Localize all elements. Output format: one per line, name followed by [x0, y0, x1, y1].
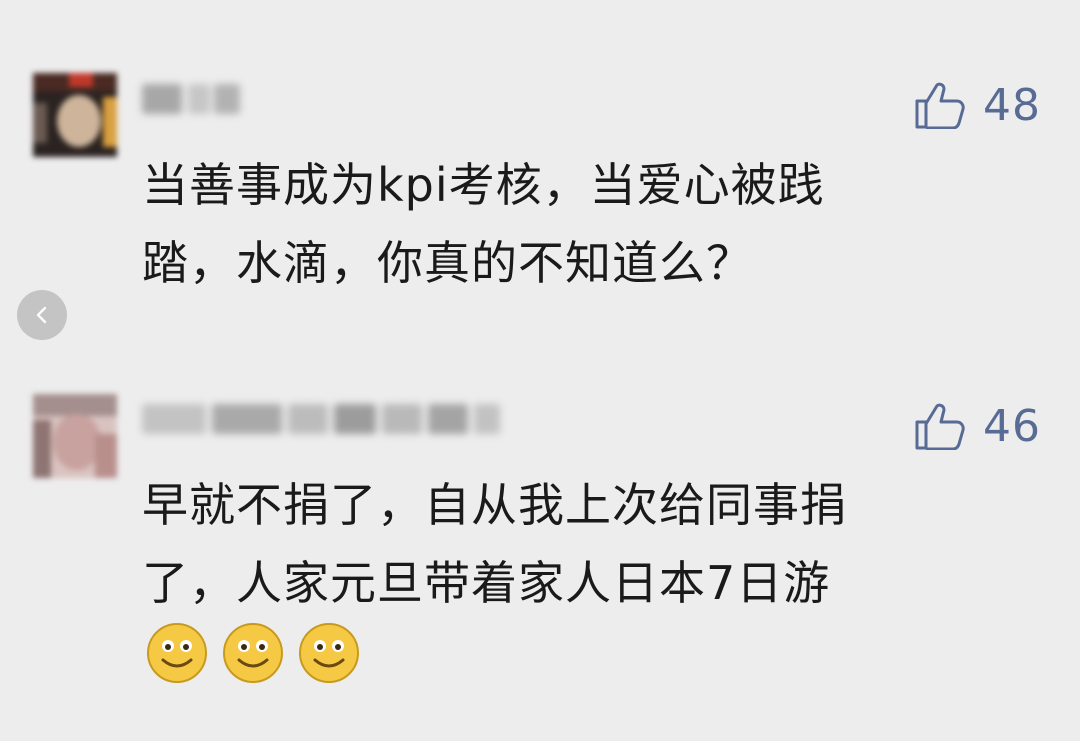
username-blurred[interactable] — [142, 398, 502, 438]
like-button[interactable]: 48 — [913, 77, 1041, 133]
like-count: 48 — [983, 79, 1041, 131]
comment-text: 当善事成为kpi考核，当爱心被践 踏，水滴，你真的不知道么？ — [142, 158, 825, 290]
comment-text: 早就不捐了，自从我上次给同事捐 了，人家元旦带着家人日本7日游 — [142, 478, 847, 610]
avatar[interactable] — [33, 394, 117, 478]
chevron-left-icon — [36, 306, 47, 324]
emoji-row — [146, 622, 360, 684]
smiley-face-icon — [147, 623, 207, 683]
comment-item: 48 当善事成为kpi考核，当爱心被践 踏，水滴，你真的不知道么？ — [0, 0, 1080, 380]
smiley-face-icon — [223, 623, 283, 683]
back-button[interactable] — [17, 290, 67, 340]
comment-item: 46 早就不捐了，自从我上次给同事捐 了，人家元旦带着家人日本7日游 — [0, 380, 1080, 741]
smiley-face-icon — [299, 623, 359, 683]
like-button[interactable]: 46 — [913, 398, 1041, 454]
thumbs-up-icon — [915, 82, 965, 129]
thumbs-up-icon — [915, 403, 965, 450]
avatar[interactable] — [33, 73, 117, 157]
like-count: 46 — [983, 400, 1041, 452]
username-blurred[interactable] — [142, 78, 242, 118]
